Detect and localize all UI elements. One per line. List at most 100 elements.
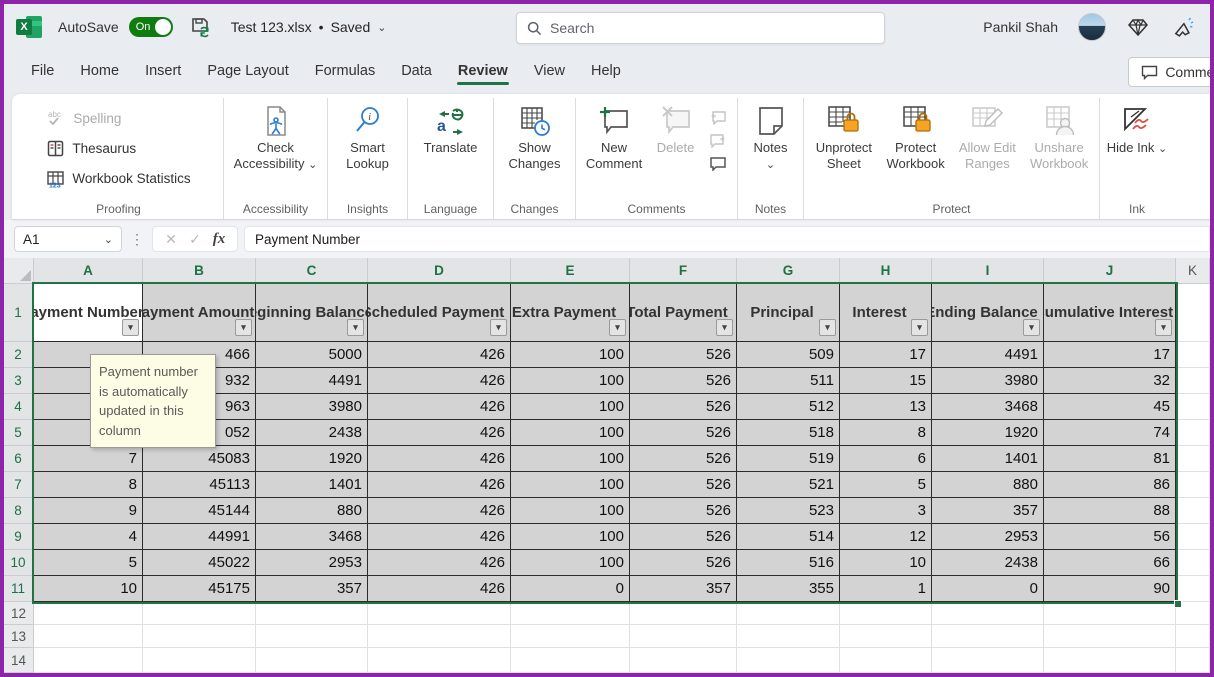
cell-g6[interactable]: 519 (737, 446, 840, 472)
insert-function-button[interactable]: fx (209, 231, 229, 248)
cell-h11[interactable]: 1 (840, 576, 932, 602)
cell-e4[interactable]: 100 (511, 394, 630, 420)
tab-view[interactable]: View (521, 55, 578, 89)
filter-dropdown-icon[interactable]: ▾ (716, 319, 733, 336)
cell-h5[interactable]: 8 (840, 420, 932, 446)
cell-j2[interactable]: 17 (1044, 342, 1176, 368)
cell-c4[interactable]: 3980 (256, 394, 368, 420)
allow-edit-ranges-button[interactable]: Allow Edit Ranges (952, 100, 1024, 173)
cell-f9[interactable]: 526 (630, 524, 737, 550)
cell-f12[interactable] (630, 602, 737, 625)
row-header-6[interactable]: 6 (4, 446, 34, 472)
row-header-14[interactable]: 14 (4, 648, 34, 673)
autosave-toggle[interactable]: On (129, 17, 173, 37)
cell-a12[interactable] (34, 602, 143, 625)
next-comment-button[interactable] (707, 131, 729, 149)
column-header-h[interactable]: H (840, 258, 932, 284)
cell-b7[interactable]: 45113 (143, 472, 256, 498)
cell-e14[interactable] (511, 648, 630, 673)
cell-k3[interactable] (1176, 368, 1210, 394)
cell-k6[interactable] (1176, 446, 1210, 472)
cell-f4[interactable]: 526 (630, 394, 737, 420)
filter-dropdown-icon[interactable]: ▾ (122, 319, 139, 336)
cell-i12[interactable] (932, 602, 1044, 625)
cell-k12[interactable] (1176, 602, 1210, 625)
new-comment-button[interactable]: New Comment (580, 100, 648, 173)
cell-c8[interactable]: 880 (256, 498, 368, 524)
cell-i10[interactable]: 2438 (932, 550, 1044, 576)
cell-i8[interactable]: 357 (932, 498, 1044, 524)
cell-c13[interactable] (256, 625, 368, 648)
cell-h14[interactable] (840, 648, 932, 673)
cancel-entry-button[interactable]: ✕ (161, 231, 181, 248)
cell-k11[interactable] (1176, 576, 1210, 602)
cell-i2[interactable]: 4491 (932, 342, 1044, 368)
cell-d11[interactable]: 426 (368, 576, 511, 602)
column-header-g[interactable]: G (737, 258, 840, 284)
cell-c2[interactable]: 5000 (256, 342, 368, 368)
cell-i7[interactable]: 880 (932, 472, 1044, 498)
cell-b8[interactable]: 45144 (143, 498, 256, 524)
column-header-i[interactable]: I (932, 258, 1044, 284)
cell-e10[interactable]: 100 (511, 550, 630, 576)
cell-c12[interactable] (256, 602, 368, 625)
header-cell-d1[interactable]: Scheduled Payment▾ (368, 284, 511, 342)
cell-f13[interactable] (630, 625, 737, 648)
row-header-12[interactable]: 12 (4, 602, 34, 625)
translate-button[interactable]: a Translate (412, 100, 489, 156)
notes-button[interactable]: Notes⌄ (742, 100, 799, 173)
cell-d12[interactable] (368, 602, 511, 625)
cell-d6[interactable]: 426 (368, 446, 511, 472)
cell-e13[interactable] (511, 625, 630, 648)
cell-g8[interactable]: 523 (737, 498, 840, 524)
cell-c3[interactable]: 4491 (256, 368, 368, 394)
cell-k4[interactable] (1176, 394, 1210, 420)
cell-j12[interactable] (1044, 602, 1176, 625)
search-box[interactable] (516, 12, 885, 44)
cell-i5[interactable]: 1920 (932, 420, 1044, 446)
cell-k5[interactable] (1176, 420, 1210, 446)
cell-d8[interactable]: 426 (368, 498, 511, 524)
cell-i11[interactable]: 0 (932, 576, 1044, 602)
cell-a14[interactable] (34, 648, 143, 673)
cell-g5[interactable]: 518 (737, 420, 840, 446)
filter-dropdown-icon[interactable]: ▾ (235, 319, 252, 336)
workbook-statistics-button[interactable]: 123 Workbook Statistics (40, 164, 196, 192)
cell-h4[interactable]: 13 (840, 394, 932, 420)
hide-ink-button[interactable]: Hide Ink ⌄ (1106, 100, 1168, 157)
filter-dropdown-icon[interactable]: ▾ (1023, 319, 1040, 336)
unprotect-sheet-button[interactable]: Unprotect Sheet (808, 100, 880, 173)
cell-c10[interactable]: 2953 (256, 550, 368, 576)
cell-i3[interactable]: 3980 (932, 368, 1044, 394)
cell-h7[interactable]: 5 (840, 472, 932, 498)
cell-f8[interactable]: 526 (630, 498, 737, 524)
cell-b9[interactable]: 44991 (143, 524, 256, 550)
formula-bar-grip[interactable]: ⋮ (128, 231, 146, 248)
cell-f6[interactable]: 526 (630, 446, 737, 472)
formula-input[interactable]: Payment Number (244, 226, 1210, 252)
cell-c7[interactable]: 1401 (256, 472, 368, 498)
header-cell-a1[interactable]: Payment Number▾ (34, 284, 143, 342)
show-changes-button[interactable]: Show Changes (499, 100, 571, 173)
cell-c9[interactable]: 3468 (256, 524, 368, 550)
cell-e7[interactable]: 100 (511, 472, 630, 498)
cell-a6[interactable]: 7 (34, 446, 143, 472)
header-cell-f1[interactable]: Total Payment▾ (630, 284, 737, 342)
cell-d5[interactable]: 426 (368, 420, 511, 446)
column-header-e[interactable]: E (511, 258, 630, 284)
cell-c6[interactable]: 1920 (256, 446, 368, 472)
cell-b11[interactable]: 45175 (143, 576, 256, 602)
protect-workbook-button[interactable]: Protect Workbook (880, 100, 952, 173)
premium-diamond-icon[interactable] (1126, 15, 1150, 39)
cell-c14[interactable] (256, 648, 368, 673)
cell-e2[interactable]: 100 (511, 342, 630, 368)
user-avatar[interactable] (1078, 13, 1106, 41)
cell-g12[interactable] (737, 602, 840, 625)
cell-g7[interactable]: 521 (737, 472, 840, 498)
cell-j8[interactable]: 88 (1044, 498, 1176, 524)
cell-f5[interactable]: 526 (630, 420, 737, 446)
name-box[interactable]: A1 ⌄ (14, 226, 122, 252)
cell-b10[interactable]: 45022 (143, 550, 256, 576)
cell-h8[interactable]: 3 (840, 498, 932, 524)
cell-d7[interactable]: 426 (368, 472, 511, 498)
